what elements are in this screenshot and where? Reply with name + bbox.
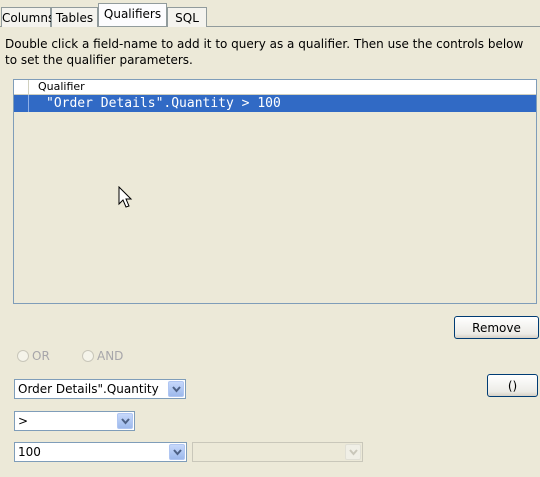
or-radio-circle[interactable] bbox=[17, 350, 29, 362]
tab-columns[interactable]: Columns bbox=[1, 7, 54, 27]
chevron-down-icon[interactable] bbox=[117, 413, 133, 429]
field-select[interactable]: Order Details".Quantity bbox=[14, 379, 186, 399]
tab-sql[interactable]: SQL bbox=[167, 7, 207, 27]
or-radio-label: OR bbox=[32, 349, 50, 363]
and-radio-label: AND bbox=[97, 349, 124, 363]
chevron-down-icon[interactable] bbox=[168, 381, 184, 397]
table-header: Qualifier bbox=[14, 80, 536, 95]
operator-select[interactable]: > bbox=[14, 411, 135, 431]
chevron-down-icon[interactable] bbox=[169, 444, 185, 460]
field-select-value: Order Details".Quantity bbox=[18, 382, 159, 396]
tab-qualifiers[interactable]: Qualifiers bbox=[98, 3, 167, 26]
and-radio-circle[interactable] bbox=[82, 350, 94, 362]
value-select[interactable]: 100 bbox=[14, 442, 187, 462]
row-gutter bbox=[14, 95, 29, 112]
operator-select-value: > bbox=[18, 414, 29, 428]
table-row[interactable]: "Order Details".Quantity > 100 bbox=[14, 95, 536, 112]
tab-tables[interactable]: Tables bbox=[51, 7, 98, 27]
or-radio[interactable]: OR bbox=[17, 349, 50, 363]
qualifier-table[interactable]: Qualifier "Order Details".Quantity > 100 bbox=[13, 79, 537, 304]
qualifier-column-header[interactable]: Qualifier bbox=[38, 80, 85, 94]
instructions-text: Double click a field-name to add it to q… bbox=[5, 37, 524, 67]
remove-button[interactable]: Remove bbox=[454, 316, 539, 339]
and-radio[interactable]: AND bbox=[82, 349, 123, 363]
parentheses-button[interactable]: () bbox=[487, 374, 538, 397]
mouse-pointer-icon bbox=[118, 186, 133, 208]
qualifier-cell[interactable]: "Order Details".Quantity > 100 bbox=[46, 95, 281, 112]
value-select-value: 100 bbox=[18, 445, 41, 459]
value2-select bbox=[192, 442, 363, 462]
chevron-down-icon bbox=[345, 444, 361, 460]
header-gutter bbox=[14, 80, 29, 94]
